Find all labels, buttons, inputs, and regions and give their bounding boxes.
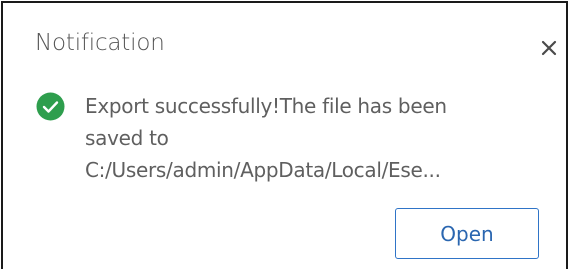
notification-title: Notification <box>35 30 165 56</box>
notification-dialog: Notification Export successfully!The fil… <box>1 1 568 269</box>
message-line: Export successfully!The file has been <box>85 94 447 118</box>
message-line: saved to <box>85 126 169 150</box>
close-icon <box>541 40 557 56</box>
notification-message: Export successfully!The file has been sa… <box>85 90 535 186</box>
open-button[interactable]: Open <box>395 208 539 259</box>
check-circle-icon <box>36 92 65 121</box>
file-path-text: C:/Users/admin/AppData/Local/Ese... <box>85 158 441 182</box>
close-button[interactable] <box>537 36 561 60</box>
